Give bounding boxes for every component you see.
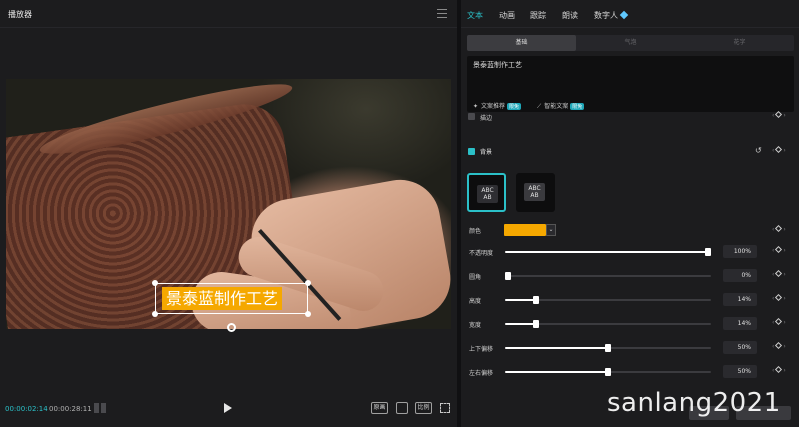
horizontal-offset-keyframe-controls[interactable]: ‹ › bbox=[772, 365, 786, 374]
width-slider-knob[interactable] bbox=[533, 320, 539, 328]
opacity-slider-knob[interactable] bbox=[705, 248, 711, 256]
opacity-slider[interactable] bbox=[505, 248, 711, 256]
stroke-checkbox[interactable] bbox=[468, 113, 475, 120]
player-panel: 播放器 景泰蓝制作工艺 00:00:02:14 00:00:28:11 原画 比… bbox=[0, 0, 457, 427]
vertical-offset-slider-fill bbox=[505, 347, 608, 349]
preset-1-sample: ABC AB bbox=[477, 185, 498, 203]
tab-animation[interactable]: 动画 bbox=[499, 10, 515, 21]
color-label: 颜色 bbox=[469, 228, 482, 235]
caption-text[interactable]: 景泰蓝制作工艺 bbox=[162, 287, 283, 310]
opacity-keyframe-controls[interactable]: ‹ › bbox=[772, 245, 786, 254]
corner-radius-label: 圆角 bbox=[469, 274, 482, 281]
width-slider[interactable] bbox=[505, 320, 711, 328]
corner-radius-keyframe-controls[interactable]: ‹ › bbox=[772, 269, 786, 278]
vip-diamond-icon bbox=[619, 10, 629, 20]
subtab-basic[interactable]: 基础 bbox=[467, 35, 576, 51]
opacity-label: 不透明度 bbox=[469, 250, 494, 257]
background-keyframe-controls[interactable]: ‹ › bbox=[772, 145, 786, 154]
width-keyframe-controls[interactable]: ‹ › bbox=[772, 317, 786, 326]
watermark: sanlang2021 bbox=[607, 388, 781, 418]
inspector-tabs: 文本 动画 跟踪 朗读 数字人 bbox=[461, 0, 799, 28]
vertical-offset-value-input[interactable]: 50% bbox=[723, 341, 757, 354]
free-badge: 限免 bbox=[507, 103, 522, 110]
ai-recommend-label: 文案推荐 bbox=[481, 103, 506, 110]
subtab-bubble[interactable]: 气泡 bbox=[576, 35, 685, 51]
ratio-button[interactable]: 比例 bbox=[415, 402, 432, 414]
horizontal-offset-value-input[interactable]: 50% bbox=[723, 365, 757, 378]
stroke-keyframe-controls[interactable]: ‹ › bbox=[772, 110, 786, 119]
style-subtabs: 基础 气泡 花字 bbox=[467, 35, 794, 51]
ai-smart-label: 智能文案 bbox=[544, 103, 569, 110]
color-keyframe-controls[interactable]: ‹ › bbox=[772, 224, 786, 233]
rotate-icon[interactable] bbox=[227, 323, 236, 332]
horizontal-offset-slider[interactable] bbox=[505, 368, 711, 376]
resize-handle-bottom-right[interactable] bbox=[305, 311, 311, 317]
resize-handle-top-right[interactable] bbox=[305, 280, 311, 286]
height-slider-fill bbox=[505, 299, 534, 301]
time-current: 00:00:02:14 bbox=[5, 405, 48, 413]
original-quality-button[interactable]: 原画 bbox=[371, 402, 388, 414]
height-slider[interactable] bbox=[505, 296, 711, 304]
preset-2-sample: ABC AB bbox=[524, 183, 545, 201]
fullscreen-icon[interactable] bbox=[440, 403, 450, 413]
chevron-down-icon[interactable]: ⌄ bbox=[546, 224, 556, 236]
background-label: 背景 bbox=[480, 149, 493, 156]
timeline-grid-icon[interactable] bbox=[94, 403, 106, 413]
vertical-offset-slider-knob[interactable] bbox=[605, 344, 611, 352]
inspector-panel: 文本 动画 跟踪 朗读 数字人 基础 气泡 花字 景泰蓝制作工艺 ✦ 文案推荐 限免… bbox=[461, 0, 799, 427]
tab-digital-human[interactable]: 数字人 bbox=[594, 10, 629, 21]
player-header: 播放器 bbox=[0, 0, 457, 28]
height-keyframe-controls[interactable]: ‹ › bbox=[772, 293, 786, 302]
caption-text-value[interactable]: 景泰蓝制作工艺 bbox=[473, 60, 522, 70]
subtab-fancy-text[interactable]: 花字 bbox=[685, 35, 794, 51]
corner-radius-value-input[interactable]: 0% bbox=[723, 269, 757, 282]
background-checkbox[interactable] bbox=[468, 148, 475, 155]
stroke-label: 描边 bbox=[480, 115, 493, 122]
opacity-slider-fill bbox=[505, 251, 711, 253]
vertical-offset-label: 上下偏移 bbox=[469, 346, 494, 353]
caption-selection-box[interactable]: 景泰蓝制作工艺 bbox=[152, 280, 311, 317]
background-preset-2[interactable]: ABC AB bbox=[516, 173, 555, 212]
focus-icon[interactable] bbox=[396, 402, 408, 414]
vertical-offset-keyframe-controls[interactable]: ‹ › bbox=[772, 341, 786, 350]
reset-icon[interactable]: ↺ bbox=[755, 146, 762, 155]
tab-digital-human-label: 数字人 bbox=[594, 11, 618, 20]
tab-reading[interactable]: 朗读 bbox=[562, 10, 578, 21]
resize-handle-top-left[interactable] bbox=[152, 280, 158, 286]
play-button[interactable] bbox=[224, 403, 232, 413]
width-value-input[interactable]: 14% bbox=[723, 317, 757, 330]
width-slider-fill bbox=[505, 323, 534, 325]
resize-handle-bottom-left[interactable] bbox=[152, 311, 158, 317]
background-preset-1[interactable]: ABC AB bbox=[467, 173, 506, 212]
free-badge: 限免 bbox=[570, 103, 585, 110]
time-total: 00:00:28:11 bbox=[49, 405, 92, 413]
horizontal-offset-slider-knob[interactable] bbox=[605, 368, 611, 376]
opacity-value-input[interactable]: 100% bbox=[723, 245, 757, 258]
height-label: 高度 bbox=[469, 298, 482, 305]
width-label: 宽度 bbox=[469, 322, 482, 329]
caption-text-input[interactable]: 景泰蓝制作工艺 ✦ 文案推荐 限免 ⟋ 智能文案 限免 bbox=[467, 56, 794, 112]
sparkle-icon: ✦ bbox=[473, 103, 479, 110]
menu-icon[interactable] bbox=[437, 9, 447, 18]
vertical-offset-slider[interactable] bbox=[505, 344, 711, 352]
corner-radius-slider[interactable] bbox=[505, 272, 711, 280]
horizontal-offset-label: 左右偏移 bbox=[469, 370, 494, 377]
tab-tracking[interactable]: 跟踪 bbox=[530, 10, 546, 21]
height-slider-knob[interactable] bbox=[533, 296, 539, 304]
ai-smart-button[interactable]: ⟋ 智能文案 限免 bbox=[537, 101, 585, 111]
color-swatch[interactable] bbox=[504, 224, 546, 236]
ai-recommend-button[interactable]: ✦ 文案推荐 限免 bbox=[473, 101, 522, 110]
horizontal-offset-slider-fill bbox=[505, 371, 608, 373]
corner-radius-slider-knob[interactable] bbox=[505, 272, 511, 280]
player-title: 播放器 bbox=[8, 10, 32, 19]
magic-wand-icon: ⟋ bbox=[537, 103, 542, 110]
height-value-input[interactable]: 14% bbox=[723, 293, 757, 306]
tab-text[interactable]: 文本 bbox=[467, 10, 483, 21]
player-controls: 00:00:02:14 00:00:28:11 原画 比例 bbox=[0, 398, 457, 420]
